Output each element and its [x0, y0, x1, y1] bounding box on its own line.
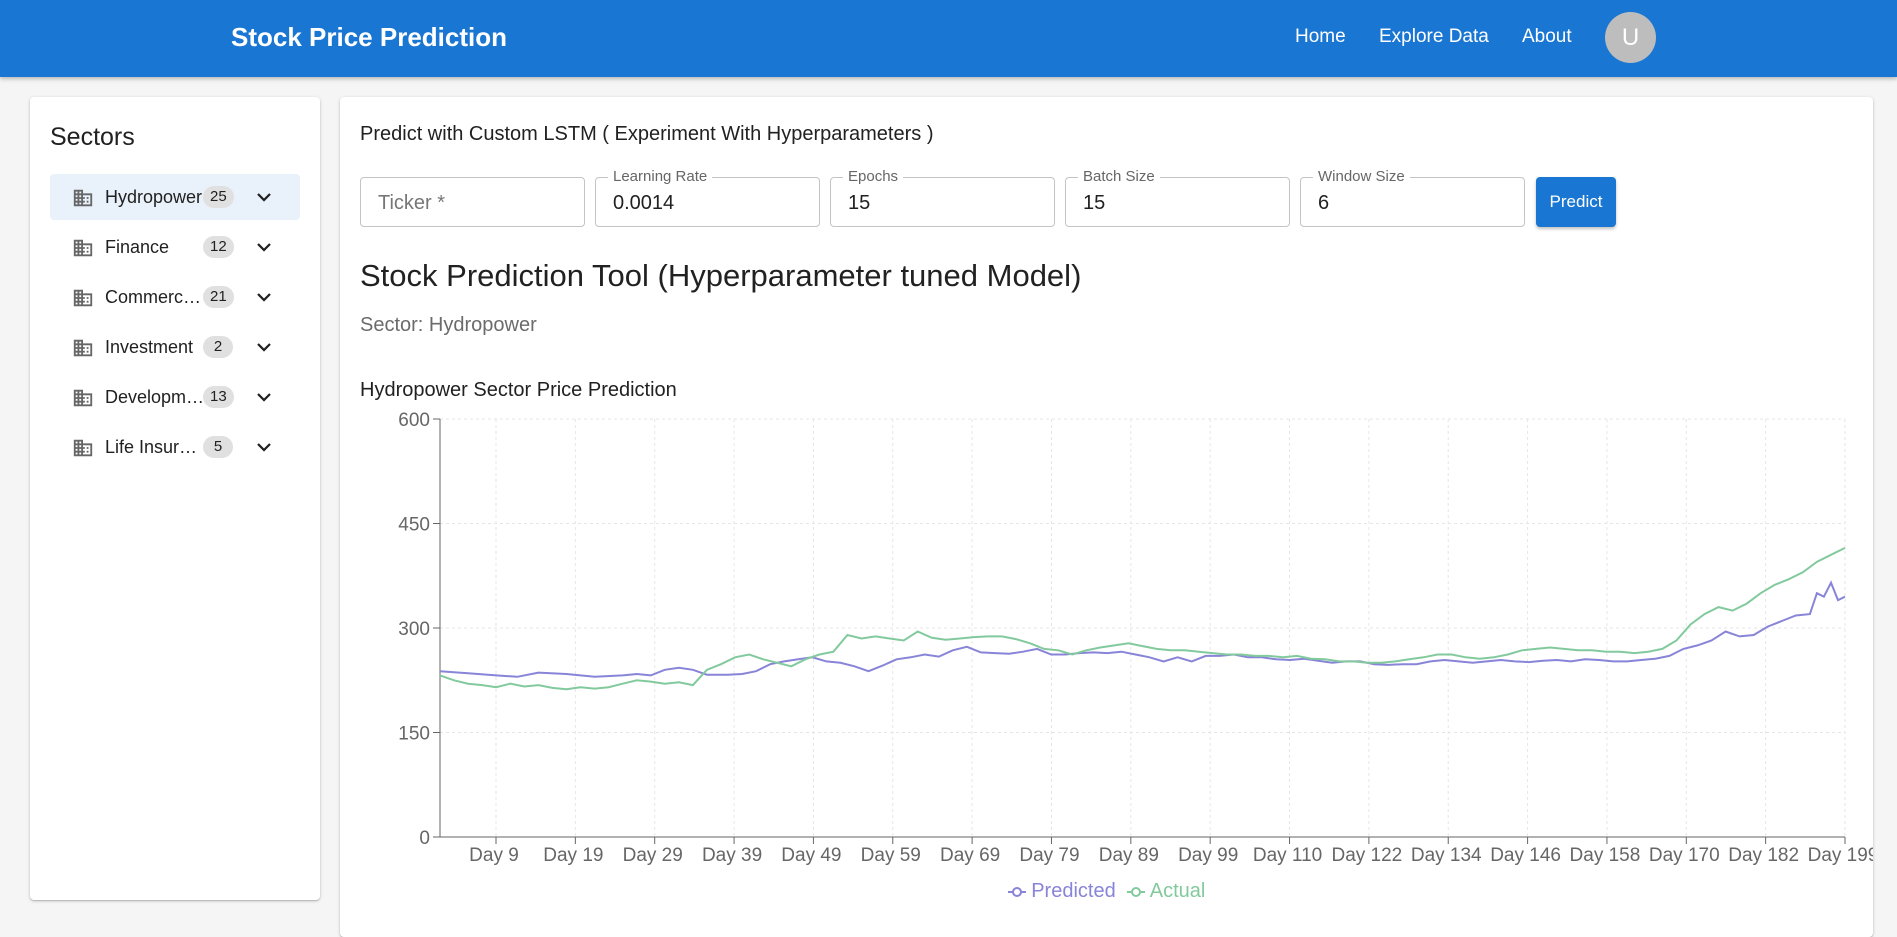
sidebar-item-label: Investment	[105, 337, 194, 357]
sidebar-item-label: Finance	[105, 237, 170, 257]
building-icon	[72, 337, 94, 359]
main-panel: Predict with Custom LSTM ( Experiment Wi…	[340, 97, 1873, 937]
y-tick-label: 450	[398, 515, 430, 536]
chevron-down-icon[interactable]	[255, 188, 273, 206]
x-tick-label: Day 89	[1099, 845, 1159, 866]
legend-actual-label: Actual	[1149, 880, 1206, 902]
building-icon	[72, 387, 94, 409]
predict-button[interactable]: Predict	[1536, 177, 1616, 227]
learning-rate-value[interactable]: 0.0014	[613, 192, 793, 215]
x-tick-label: Day 170	[1649, 845, 1720, 866]
x-tick-label: Day 199	[1808, 845, 1873, 866]
tool-title: Stock Prediction Tool (Hyperparameter tu…	[360, 258, 1082, 293]
legend-predicted-marker	[1007, 886, 1026, 897]
x-tick-label: Day 110	[1253, 845, 1322, 866]
building-icon	[72, 287, 94, 309]
y-tick-label: 600	[398, 410, 430, 431]
learning-rate-label: Learning Rate	[608, 168, 713, 185]
batch-size-label: Batch Size	[1078, 168, 1160, 185]
x-tick-label: Day 122	[1331, 845, 1402, 866]
sidebar-item-label: Commercial Banks	[105, 287, 205, 307]
sidebar-item-investment[interactable]: Investment 2	[50, 324, 300, 370]
ticker-input[interactable]	[378, 192, 558, 215]
nav-about[interactable]: About	[1522, 26, 1572, 48]
x-tick-label: Day 146	[1490, 845, 1561, 866]
chevron-down-icon[interactable]	[255, 438, 273, 456]
chart-title: Hydropower Sector Price Prediction	[360, 379, 677, 401]
x-tick-label: Day 39	[702, 845, 762, 866]
series-line-actual	[439, 547, 1846, 691]
app-bar: Stock Price Prediction Home Explore Data…	[0, 0, 1897, 77]
price-chart: 0 150 300 450 600 Day 9 Day 19 Day 29 Day 39 Day …	[398, 410, 1873, 866]
x-tick-label: Day 59	[861, 845, 921, 866]
count-badge: 5	[203, 436, 233, 458]
sidebar-item-label: Development Banks	[105, 387, 205, 407]
count-badge: 21	[203, 286, 234, 308]
legend-predicted-label: Predicted	[1031, 880, 1116, 902]
chart-legend: Predicted Actual	[340, 880, 1873, 903]
legend-actual[interactable]: Actual	[1127, 880, 1205, 902]
legend-actual-marker	[1127, 886, 1146, 897]
y-tick-label: 300	[398, 619, 430, 640]
batch-size-field[interactable]: Batch Size 15	[1065, 168, 1290, 227]
sidebar-item-label: Hydropower	[105, 187, 203, 207]
sidebar-item-label: Life Insurance	[105, 437, 205, 457]
count-badge: 25	[203, 186, 234, 208]
window-size-field[interactable]: Window Size 6	[1300, 168, 1525, 227]
sidebar-item-hydropower[interactable]: Hydropower 25	[50, 174, 300, 220]
avatar[interactable]: U	[1605, 12, 1656, 63]
chevron-down-icon[interactable]	[255, 388, 273, 406]
sidebar-heading: Sectors	[50, 123, 135, 151]
form-title: Predict with Custom LSTM ( Experiment Wi…	[360, 123, 934, 145]
window-size-label: Window Size	[1313, 168, 1410, 185]
chevron-down-icon[interactable]	[255, 238, 273, 256]
sidebar-item-finance[interactable]: Finance 12	[50, 224, 300, 270]
count-badge: 13	[203, 386, 234, 408]
count-badge: 2	[203, 336, 233, 358]
building-icon	[72, 237, 94, 259]
x-tick-label: Day 79	[1019, 845, 1079, 866]
sidebar-item-development-banks[interactable]: Development Banks13	[50, 374, 300, 420]
epochs-label: Epochs	[843, 168, 904, 185]
x-tick-label: Day 99	[1178, 845, 1238, 866]
sector-subtitle: Sector: Hydropower	[360, 314, 537, 336]
window-size-value[interactable]: 6	[1318, 192, 1498, 215]
sidebar-item-commercial-banks[interactable]: Commercial Banks21	[50, 274, 300, 320]
x-tick-label: Day 9	[469, 845, 519, 866]
chevron-down-icon[interactable]	[255, 288, 273, 306]
x-tick-label: Day 134	[1411, 845, 1482, 866]
building-icon	[72, 187, 94, 209]
epochs-field[interactable]: Epochs 15	[830, 168, 1055, 227]
ticker-field[interactable]	[360, 177, 585, 227]
epochs-value[interactable]: 15	[848, 192, 1028, 215]
x-tick-label: Day 182	[1728, 845, 1799, 866]
count-badge: 12	[203, 236, 234, 258]
building-icon	[72, 437, 94, 459]
chevron-down-icon[interactable]	[255, 338, 273, 356]
x-tick-label: Day 158	[1570, 845, 1641, 866]
sectors-sidebar: Sectors Hydropower 25 Finance 12 Commercial …	[30, 97, 320, 900]
y-tick-label: 0	[419, 828, 430, 849]
learning-rate-field[interactable]: Learning Rate 0.0014	[595, 168, 820, 227]
app-title[interactable]: Stock Price Prediction	[231, 22, 507, 53]
y-tick-label: 150	[398, 724, 430, 745]
x-tick-label: Day 29	[623, 845, 683, 866]
x-tick-label: Day 69	[940, 845, 1000, 866]
legend-predicted[interactable]: Predicted	[1007, 880, 1122, 902]
x-tick-label: Day 19	[543, 845, 603, 866]
sidebar-item-life-insurance[interactable]: Life Insurance5	[50, 424, 300, 470]
series-line-predicted	[439, 580, 1846, 678]
x-tick-label: Day 49	[781, 845, 841, 866]
nav-home[interactable]: Home	[1295, 26, 1346, 48]
batch-size-value[interactable]: 15	[1083, 192, 1263, 215]
nav-explore-data[interactable]: Explore Data	[1379, 26, 1489, 48]
